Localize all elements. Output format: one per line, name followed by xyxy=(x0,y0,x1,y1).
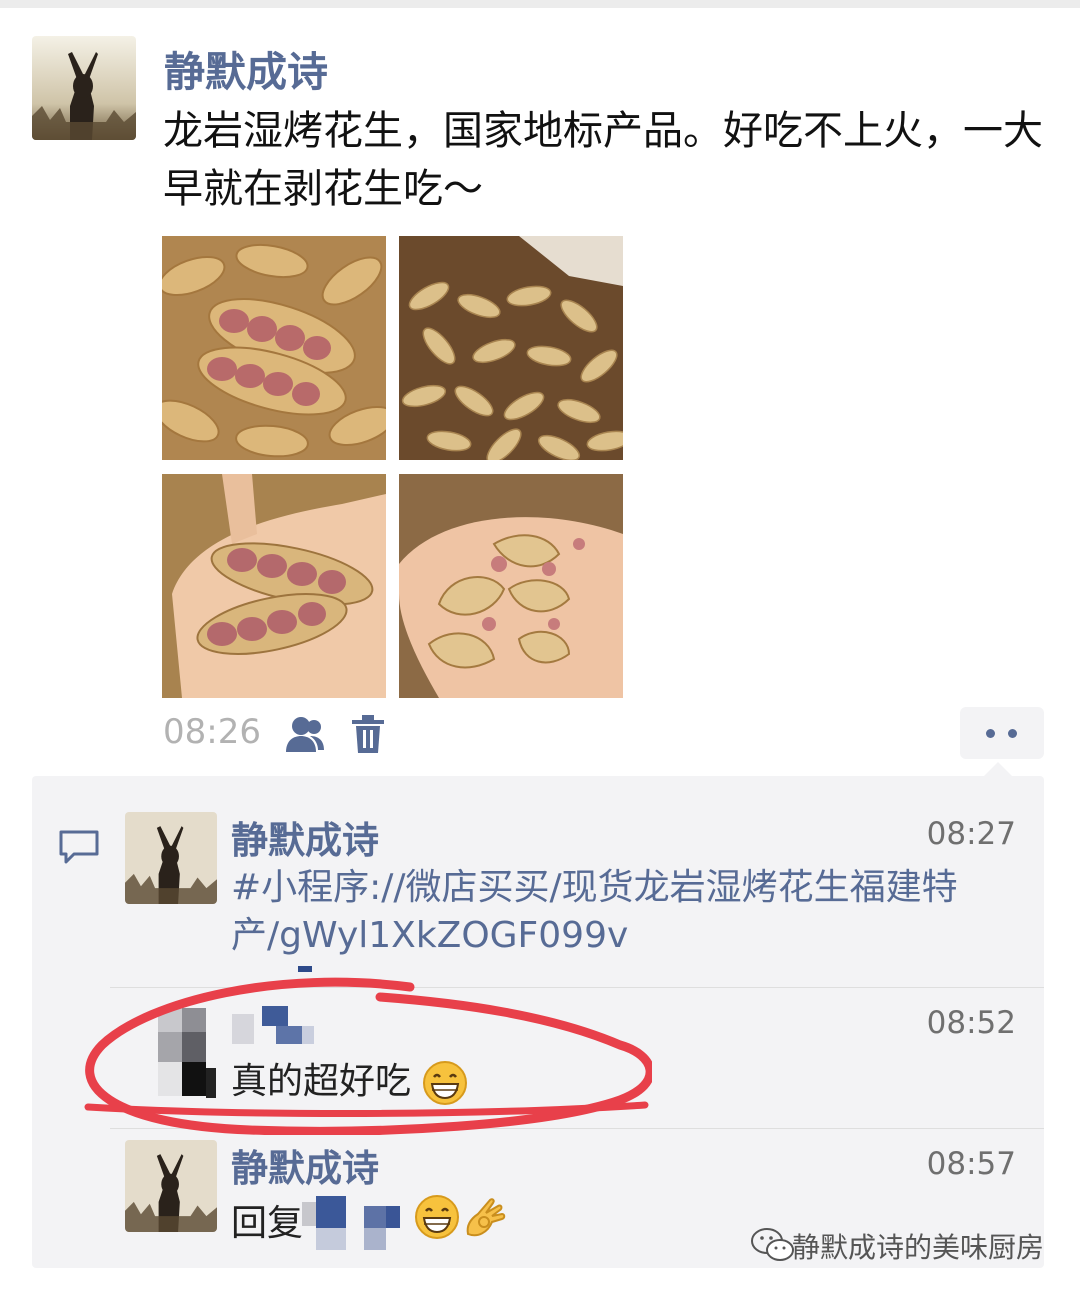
comment-time: 08:27 xyxy=(926,816,1016,852)
post-photo-3[interactable] xyxy=(162,474,386,698)
post-photo-2[interactable] xyxy=(399,236,623,460)
comment-time: 08:52 xyxy=(926,1005,1016,1041)
post-author-name[interactable]: 静默成诗 xyxy=(164,38,328,98)
more-actions-button[interactable] xyxy=(960,707,1044,759)
commenter-avatar[interactable] xyxy=(125,812,217,904)
grinning-face-emoji xyxy=(415,1195,459,1239)
author-avatar[interactable] xyxy=(32,36,136,140)
comment-time: 08:57 xyxy=(926,1146,1016,1182)
post-photo-1[interactable] xyxy=(162,236,386,460)
commenter-name[interactable]: 静默成诗 xyxy=(231,1138,379,1192)
top-divider xyxy=(0,0,1080,8)
post-time: 08:26 xyxy=(163,712,261,752)
wechat-icon xyxy=(751,1228,794,1261)
blurred-reply-name xyxy=(302,1196,402,1250)
highlight-circle xyxy=(84,977,652,1135)
comment-icon xyxy=(59,830,99,864)
commenter-avatar[interactable] xyxy=(125,1140,217,1232)
trash-icon[interactable] xyxy=(350,714,386,754)
ok-hand-emoji xyxy=(466,1198,506,1237)
commenter-name[interactable]: 静默成诗 xyxy=(231,810,379,864)
watermark-text: 静默成诗的美味厨房 xyxy=(791,1231,1044,1264)
blur-fragment xyxy=(298,966,312,972)
friends-icon[interactable] xyxy=(284,714,326,754)
post-text: 龙岩湿烤花生，国家地标产品。好吃不上火，一大早就在剥花生吃～ xyxy=(163,108,1043,212)
reply-prefix: 回复 xyxy=(231,1203,304,1244)
post-photo-4[interactable] xyxy=(399,474,623,698)
more-dots-icon xyxy=(986,729,995,738)
mini-program-link[interactable]: #小程序://微店买买/现货龙岩湿烤花生福建特产/gWyl1XkZOGF099v xyxy=(231,864,1026,960)
